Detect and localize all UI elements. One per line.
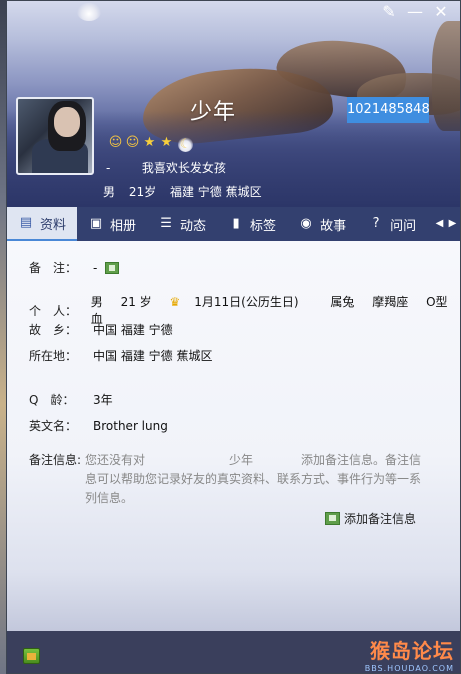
residence-row: 所在地： 中国 福建 宁德 蕉城区: [29, 347, 212, 364]
tab-album[interactable]: ▣ 相册: [77, 207, 147, 241]
qq-number[interactable]: 1021485848: [347, 97, 430, 123]
birthday: ♛ 1月11日(公历生日): [170, 295, 313, 309]
signature-line: - 我喜欢长发女孩: [106, 159, 226, 176]
photo-album-icon: ▣: [89, 216, 103, 231]
question-icon: ?: [372, 216, 380, 231]
hometown-value: 中国 福建 宁德: [93, 323, 173, 337]
basic-info-line: 男 21岁 福建 宁德 蕉城区: [103, 183, 272, 200]
watermark-title: 猴岛论坛: [370, 639, 454, 663]
signal-icon: ◉: [300, 216, 312, 231]
hometown-label: 故 乡：: [29, 323, 78, 337]
residence-label: 所在地：: [29, 349, 78, 363]
residence-value: 中国 福建 宁德 蕉城区: [93, 349, 213, 363]
tab-profile[interactable]: ▤ 资料: [7, 207, 78, 241]
tab-label: 标签: [250, 218, 277, 234]
constellation: 摩羯座: [372, 295, 409, 309]
birthday-text: 1月11日(公历生日): [194, 295, 299, 309]
profile-banner: ✎ — ✕ 少年 1021485848 ☺ ☺ ☾ ★ ★ - 我喜欢长发女孩 …: [7, 1, 460, 207]
tab-scroll-arrows: ◀ ▶: [434, 214, 460, 234]
memo-text: 您还没有对 少年 添加备注信息。备注信息可以帮助您记录好友的真实资料、联系方式、…: [85, 453, 422, 505]
tab-questions[interactable]: ? 问问: [357, 207, 427, 241]
edit-remark-icon[interactable]: [105, 261, 120, 274]
crown-icon: ♛: [169, 295, 181, 309]
window-controls: ✎ — ✕: [376, 3, 454, 23]
personal-gender: 男: [90, 295, 103, 309]
gender: 男: [103, 185, 116, 199]
sun-icon: ☺: [108, 135, 123, 150]
profile-tabs: ▤ 资料 ▣ 相册 ☰ 动态 ▮ 标签 ◉ 故事 ? 问问 ◀ ▶: [7, 207, 460, 241]
add-memo-icon: [324, 512, 340, 525]
watermark: 猴岛论坛 BBS.HOUDAO.COM: [365, 635, 454, 673]
tab-label: 动态: [180, 218, 207, 234]
signature: 我喜欢长发女孩: [141, 161, 226, 175]
english-name-label: 英文名：: [29, 419, 78, 433]
tab-label: 问问: [390, 218, 417, 234]
close-button[interactable]: ✕: [428, 3, 454, 23]
personal-age: 21 岁: [120, 295, 152, 309]
signature-prefix: -: [106, 161, 111, 175]
minimize-button[interactable]: —: [402, 3, 428, 23]
tab-feed[interactable]: ☰ 动态: [147, 207, 217, 241]
watermark-url: BBS.HOUDAO.COM: [364, 664, 454, 673]
arrow-left-icon[interactable]: ◀: [434, 214, 445, 234]
nickname: 少年: [190, 100, 237, 125]
arrow-right-icon[interactable]: ▶: [447, 214, 458, 234]
add-memo-label: 添加备注信息: [343, 512, 416, 526]
feed-list-icon: ☰: [160, 216, 172, 231]
tab-stories[interactable]: ◉ 故事: [287, 207, 357, 241]
skin-icon[interactable]: ✎: [376, 3, 402, 23]
app-box-icon[interactable]: [23, 648, 40, 664]
qage-value: 3年: [93, 393, 113, 407]
personal-label: 个 人：: [29, 303, 78, 318]
remark-value: -: [93, 260, 98, 275]
avatar-figure: [54, 107, 80, 137]
avatar[interactable]: [16, 97, 94, 175]
qage-row: Q 龄： 3年: [29, 391, 113, 408]
age: 21岁: [128, 185, 157, 199]
zodiac: 属兔: [330, 295, 355, 309]
moon-icon: ☾: [178, 137, 193, 152]
tab-label: 故事: [320, 218, 347, 234]
hometown-row: 故 乡： 中国 福建 宁德: [29, 321, 173, 338]
bookmark-icon: ▮: [232, 216, 240, 231]
remark-row: 备 注： -: [29, 259, 120, 276]
english-name-value: Brother lung: [93, 418, 168, 433]
tab-label: 资料: [40, 217, 67, 233]
banner-moon: [77, 3, 101, 21]
star-icon: ★: [143, 135, 156, 150]
tab-tags[interactable]: ▮ 标签: [217, 207, 287, 241]
memo-label: 备注信息:: [29, 453, 82, 467]
level-icons: ☺ ☺ ☾ ★ ★: [108, 135, 193, 152]
remark-label: 备 注：: [29, 261, 78, 275]
location: 福建 宁德 蕉城区: [169, 185, 262, 199]
profile-card-icon: ▤: [19, 215, 33, 230]
qage-label: Q 龄：: [29, 393, 75, 407]
sun-icon: ☺: [125, 135, 140, 150]
star-icon: ★: [160, 135, 173, 150]
qq-profile-window: ✎ — ✕ 少年 1021485848 ☺ ☺ ☾ ★ ★ - 我喜欢长发女孩 …: [6, 0, 461, 674]
english-name-row: 英文名： Brother lung: [29, 417, 168, 434]
add-memo-button[interactable]: 添加备注信息: [324, 510, 416, 527]
tab-label: 相册: [110, 218, 137, 234]
